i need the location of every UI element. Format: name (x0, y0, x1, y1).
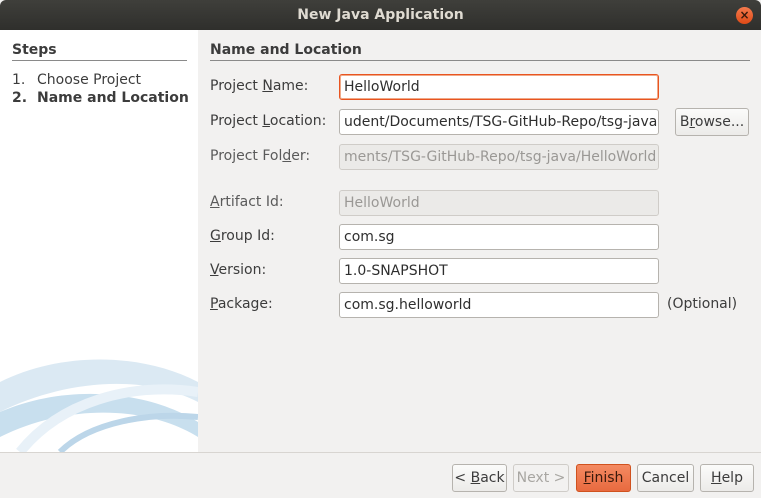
package-label: Package: (210, 296, 273, 312)
project-name-input[interactable]: HelloWorld (339, 74, 659, 100)
finish-button[interactable]: Finish (576, 464, 631, 492)
step-label: Name and Location (37, 90, 189, 106)
section-title: Name and Location (210, 42, 750, 61)
close-icon[interactable]: × (736, 7, 753, 24)
package-optional-hint: (Optional) (667, 296, 738, 312)
browse-button[interactable]: Browse... (675, 108, 749, 136)
step-number: 2. (12, 90, 28, 106)
steps-heading: Steps (12, 42, 187, 61)
step-choose-project: 1. Choose Project (12, 72, 141, 88)
group-id-input[interactable]: com.sg (339, 224, 659, 250)
window-title: New Java Application (297, 7, 464, 23)
package-input[interactable]: com.sg.helloworld (339, 292, 659, 318)
help-button[interactable]: Help (700, 464, 754, 492)
step-number: 1. (12, 72, 26, 88)
project-location-input[interactable]: udent/Documents/TSG-GitHub-Repo/tsg-java (339, 109, 659, 135)
group-id-label: Group Id: (210, 228, 275, 244)
back-button[interactable]: < Back (452, 464, 507, 492)
steps-panel: Steps 1. Choose Project 2. Name and Locati… (0, 30, 198, 452)
project-folder-label: Project Folder: (210, 148, 311, 164)
window-titlebar: New Java Application × (0, 0, 761, 30)
project-location-label: Project Location: (210, 113, 327, 129)
cancel-button[interactable]: Cancel (637, 464, 694, 492)
next-button[interactable]: Next > (513, 464, 569, 492)
project-folder-field: ments/TSG-GitHub-Repo/tsg-java/HelloWorl… (339, 144, 659, 170)
step-name-and-location: 2. Name and Location (12, 90, 189, 106)
button-bar-divider (0, 452, 761, 453)
project-name-label: Project Name: (210, 78, 309, 94)
swoosh-decoration-icon (0, 359, 198, 452)
step-label: Choose Project (37, 72, 142, 88)
version-input[interactable]: 1.0-SNAPSHOT (339, 258, 659, 284)
version-label: Version: (210, 262, 267, 278)
artifact-id-field: HelloWorld (339, 190, 659, 216)
artifact-id-label: Artifact Id: (210, 194, 284, 210)
